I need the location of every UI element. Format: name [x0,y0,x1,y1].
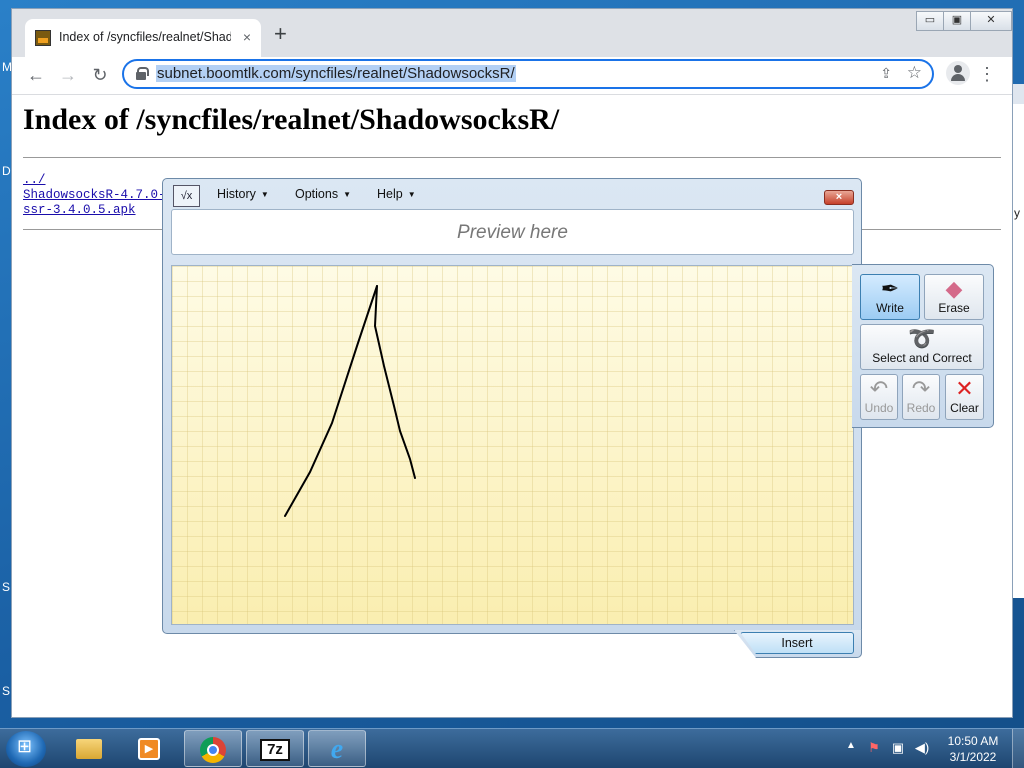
clear-label: Clear [950,401,979,415]
menu-help-label: Help [377,187,403,201]
math-input-panel: √x History ▼ Options ▼ Help ▼ × Preview her… [162,178,862,634]
clear-x-icon: ✕ [955,376,974,401]
dropdown-caret-icon: ▼ [407,190,416,199]
reload-button[interactable]: ↻ [86,61,114,89]
menu-options[interactable]: Options ▼ [295,187,351,201]
file-link[interactable]: ssr-3.4.0.5.apk [23,203,136,217]
writing-area[interactable] [171,265,854,625]
redo-label: Redo [906,401,936,415]
menu-help[interactable]: Help ▼ [377,187,416,201]
eraser-icon: ◆ [945,276,963,301]
write-button[interactable]: ✒ Write [860,274,920,320]
volume-icon[interactable]: ◀) [914,740,930,756]
media-player-icon: ▶ [138,737,160,760]
lock-icon[interactable] [136,67,149,80]
address-bar[interactable]: subnet.boomtlk.com/syncfiles/realnet/Sha… [122,59,934,89]
select-and-correct-button[interactable]: ➰ Select and Correct [860,324,984,370]
share-icon[interactable]: ⇪ [880,65,892,82]
profile-icon[interactable] [946,61,970,85]
site-favicon-icon [35,30,51,46]
taskbar-chrome[interactable] [184,730,242,767]
forward-button[interactable]: → [54,61,82,89]
7zip-icon: 7z [260,738,290,761]
tool-panel: ✒ Write ◆ Erase ➰ Select and Correct ↶ U… [852,264,994,428]
file-link[interactable]: ShadowsocksR-4.7.0-w [23,188,173,202]
desktop-icon-label: D [2,164,11,178]
close-window-button[interactable]: ✕ [970,11,1012,31]
clock[interactable]: 10:50 AM 3/1/2022 [936,733,1010,765]
tab-close-icon[interactable]: × [243,29,251,45]
undo-label: Undo [864,401,894,415]
taskbar-media-player[interactable]: ▶ [120,730,178,767]
network-icon[interactable]: ▣ [890,740,906,756]
action-center-icon[interactable]: ⚑ [866,740,882,756]
erase-label: Erase [938,301,970,315]
browser-toolbar: ← → ↻ subnet.boomtlk.com/syncfiles/realn… [12,57,1012,95]
folder-icon [76,738,102,759]
menu-history[interactable]: History ▼ [217,187,269,201]
browser-menu-icon[interactable]: ⋮ [978,61,996,87]
tab-title: Index of /syncfiles/realnet/Shado [59,30,231,44]
panel-close-button[interactable]: × [824,190,854,205]
dropdown-caret-icon: ▼ [260,190,269,199]
undo-icon: ↶ [869,376,889,401]
math-input-panel-icon: √x [173,185,200,207]
star-icon[interactable]: ☆ [907,63,922,83]
background-window-text: y [1014,206,1020,220]
new-tab-button[interactable]: + [274,23,287,45]
dropdown-caret-icon: ▼ [343,190,352,199]
page-title: Index of /syncfiles/realnet/ShadowsocksR… [23,103,560,136]
preview-area: Preview here [171,209,854,255]
write-label: Write [876,301,904,315]
start-button[interactable] [6,731,46,767]
insert-button[interactable]: Insert [740,632,854,654]
divider [23,157,1001,158]
internet-explorer-icon: e [330,733,344,765]
redo-button[interactable]: ↷ Redo [902,374,940,420]
parent-dir-link[interactable]: ../ [23,173,46,187]
menu-history-label: History [217,187,256,201]
taskbar: ▶ 7z e ▲ ⚑ ▣ ◀) 10:50 AM 3/1/2022 [0,728,1024,768]
background-window-edge [1012,84,1024,104]
background-window-edge [1012,104,1024,598]
lasso-icon: ➰ [908,326,936,351]
clock-date: 3/1/2022 [949,750,997,764]
address-url[interactable]: subnet.boomtlk.com/syncfiles/realnet/Sha… [156,65,516,82]
back-button[interactable]: ← [22,61,50,89]
minimize-button[interactable]: ▭ [916,11,944,31]
show-hidden-icons-icon[interactable]: ▲ [846,740,856,751]
clear-button[interactable]: ✕ Clear [945,374,984,420]
pen-icon: ✒ [880,276,900,301]
menu-options-label: Options [295,187,339,201]
taskbar-explorer[interactable] [60,730,118,767]
maximize-button[interactable]: ▣ [943,11,971,31]
desktop-icon-label: S [2,580,11,594]
erase-button[interactable]: ◆ Erase [924,274,984,320]
redo-icon: ↷ [911,376,931,401]
clock-time: 10:50 AM [947,734,999,748]
undo-button[interactable]: ↶ Undo [860,374,898,420]
tab-strip: Index of /syncfiles/realnet/Shado × + ▭ … [12,9,1012,57]
handwriting-ink [284,285,416,517]
browser-tab[interactable]: Index of /syncfiles/realnet/Shado × [25,19,261,57]
taskbar-internet-explorer[interactable]: e [308,730,366,767]
show-desktop-button[interactable] [1012,729,1024,768]
select-and-correct-label: Select and Correct [872,351,972,365]
chrome-icon [200,736,226,763]
desktop-icon-label: S [2,684,11,698]
taskbar-7zip[interactable]: 7z [246,730,304,767]
